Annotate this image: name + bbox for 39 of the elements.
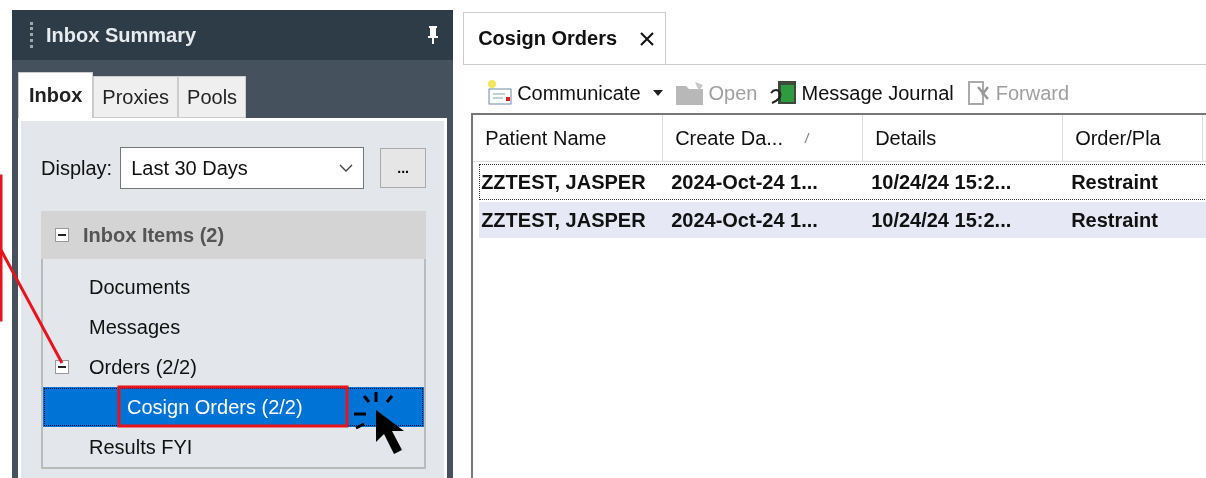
tree-header[interactable]: Inbox Items (2) [41,211,427,259]
tree-item[interactable]: Documents [43,267,425,307]
toolbar-button[interactable]: Communicate [481,79,667,107]
collapse-icon[interactable] [55,228,69,242]
tab[interactable]: Proxies [93,76,179,118]
table-row[interactable]: ZZTEST, JASPER 2024-Oct-24 1... 10/24/24 15:2... Restraint [479,164,1206,200]
column-header[interactable]: Create Da... [663,115,864,161]
tab[interactable]: Inbox [18,72,94,118]
tree-item[interactable]: Cosign Orders (2/2) [43,387,425,427]
tree-item[interactable]: Orders (2/2) [43,347,425,387]
click-cursor-icon [352,390,404,454]
table-cell-text: 10/24/24 15:2... [870,208,1013,232]
tree-header-label: Inbox Items (2) [83,223,225,247]
more-button[interactable]: ... [380,148,427,188]
close-icon[interactable] [639,30,656,47]
display-label: Display: [41,156,113,180]
table-cell-text: 2024-Oct-24 1... [670,208,819,232]
tree-item[interactable]: Results FYI [43,427,425,467]
column-header[interactable]: Order/Pla [1063,115,1204,161]
caret-icon [652,90,663,96]
table-row[interactable]: ZZTEST, JASPER 2024-Oct-24 1... 10/24/24 15:2... Restraint [479,202,1206,238]
document-tab[interactable]: Cosign Orders [463,12,667,64]
toolbar-button[interactable]: Message Journal [765,79,958,107]
table-cell-text: 10/24/24 15:2... [870,170,1013,194]
table-cell-text: Restraint [1070,170,1159,194]
column-header[interactable]: Details [863,115,1064,161]
tree-item[interactable]: Messages [43,307,425,347]
table-cell-text: Restraint [1070,208,1159,232]
panel-title: Inbox Summary [46,23,198,47]
grip-icon[interactable] [30,22,36,48]
collapse-icon[interactable] [55,360,69,374]
pin-icon[interactable] [427,25,440,45]
chevron-icon [339,164,354,172]
column-header[interactable]: Patient Name [473,115,664,161]
table-cell-text: 2024-Oct-24 1... [670,170,819,194]
tab[interactable]: Pools [178,76,247,118]
table-cell-text: ZZTEST, JASPER [480,208,647,232]
table-cell-text: ZZTEST, JASPER [480,170,647,194]
display-dropdown[interactable]: Last 30 Days [120,147,365,189]
